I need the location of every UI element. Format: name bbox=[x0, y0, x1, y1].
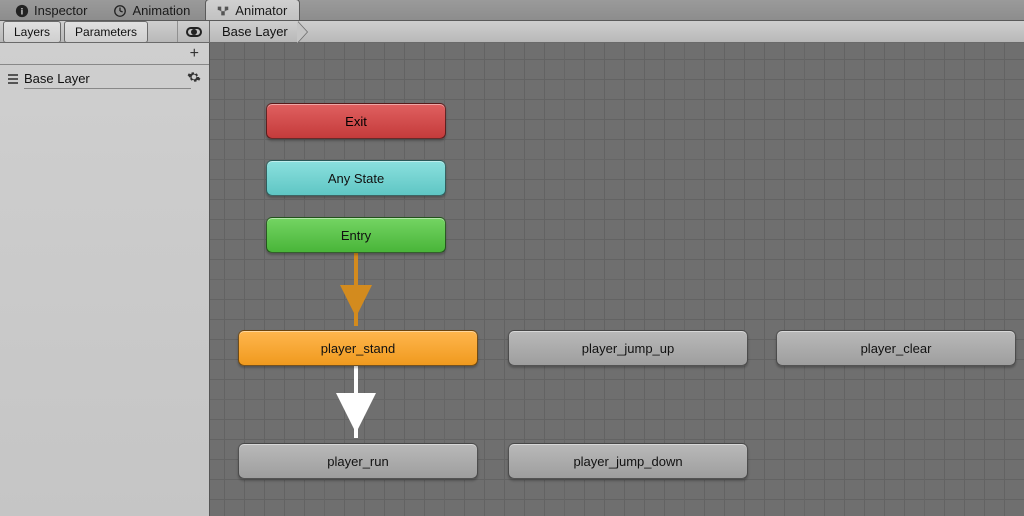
node-label: player_run bbox=[327, 454, 388, 469]
window-tab-strip: i Inspector Animation Animator bbox=[0, 0, 1024, 21]
graph-canvas[interactable]: Exit Any State Entry player_stand player… bbox=[210, 43, 1024, 516]
node-label: player_clear bbox=[861, 341, 932, 356]
node-player-stand[interactable]: player_stand bbox=[238, 330, 478, 366]
animator-icon bbox=[216, 4, 230, 18]
tab-animator[interactable]: Animator bbox=[205, 0, 300, 20]
subtab-layers[interactable]: Layers bbox=[3, 21, 61, 43]
node-exit[interactable]: Exit bbox=[266, 103, 446, 139]
breadcrumb-item[interactable]: Base Layer bbox=[210, 21, 298, 42]
main-area: + Base Layer bbox=[0, 43, 1024, 516]
drag-handle-icon[interactable] bbox=[8, 74, 18, 84]
tab-animation[interactable]: Animation bbox=[102, 0, 203, 20]
node-label: player_jump_up bbox=[582, 341, 675, 356]
gear-icon[interactable] bbox=[187, 70, 201, 87]
breadcrumb-label: Base Layer bbox=[222, 24, 288, 39]
layers-sidebar: + Base Layer bbox=[0, 43, 210, 516]
tab-animation-label: Animation bbox=[132, 3, 190, 18]
node-player-jump-up[interactable]: player_jump_up bbox=[508, 330, 748, 366]
node-player-jump-down[interactable]: player_jump_down bbox=[508, 443, 748, 479]
add-layer-row: + bbox=[0, 43, 209, 65]
layer-underline bbox=[24, 88, 191, 89]
tab-animator-label: Animator bbox=[235, 3, 287, 18]
layer-panel-header: Layers Parameters bbox=[0, 21, 210, 42]
secondary-toolbar: Layers Parameters Base Layer bbox=[0, 21, 1024, 43]
layer-name-label: Base Layer bbox=[24, 71, 90, 86]
node-player-run[interactable]: player_run bbox=[238, 443, 478, 479]
node-label: Exit bbox=[345, 114, 367, 129]
node-label: player_jump_down bbox=[573, 454, 682, 469]
node-label: player_stand bbox=[321, 341, 395, 356]
clock-icon bbox=[113, 4, 127, 18]
node-player-clear[interactable]: player_clear bbox=[776, 330, 1016, 366]
breadcrumb: Base Layer bbox=[210, 21, 1024, 42]
tab-inspector[interactable]: i Inspector bbox=[4, 0, 100, 20]
node-label: Entry bbox=[341, 228, 371, 243]
node-label: Any State bbox=[328, 171, 384, 186]
add-layer-button[interactable]: + bbox=[190, 46, 199, 62]
visibility-toggle[interactable] bbox=[177, 21, 209, 42]
info-icon: i bbox=[15, 4, 29, 18]
svg-text:i: i bbox=[21, 6, 24, 17]
node-entry[interactable]: Entry bbox=[266, 217, 446, 253]
eye-icon bbox=[186, 27, 202, 37]
tab-inspector-label: Inspector bbox=[34, 3, 87, 18]
node-any-state[interactable]: Any State bbox=[266, 160, 446, 196]
layer-row[interactable]: Base Layer bbox=[0, 65, 209, 93]
subtab-parameters[interactable]: Parameters bbox=[64, 21, 148, 43]
